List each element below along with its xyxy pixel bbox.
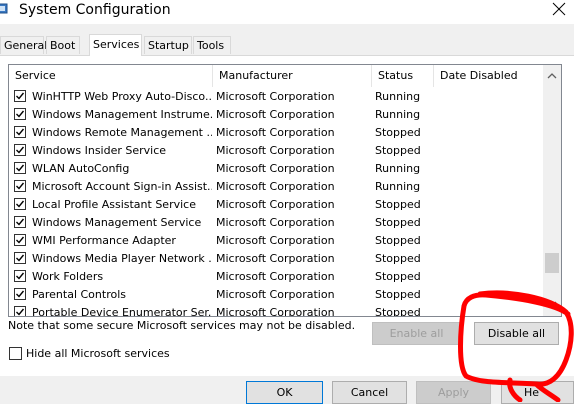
service-manufacturer: Microsoft Corporation [216, 288, 335, 301]
service-name: WinHTTP Web Proxy Auto-Disco... [32, 90, 212, 103]
service-name: Windows Remote Management ... [32, 126, 212, 139]
service-checkbox[interactable] [14, 234, 26, 246]
column-header-status[interactable]: Status [372, 65, 434, 87]
service-row[interactable]: Work Folders Microsoft Corporation Stopped [9, 268, 541, 286]
service-manufacturer: Microsoft Corporation [216, 234, 335, 247]
hide-microsoft-services-checkbox[interactable] [9, 347, 22, 360]
cancel-button[interactable]: Cancel [332, 381, 407, 404]
service-name: Portable Device Enumerator Ser... [32, 306, 212, 317]
service-checkbox[interactable] [14, 306, 26, 316]
service-name: Windows Management Service [32, 216, 202, 229]
service-checkbox[interactable] [14, 144, 26, 156]
list-rows: WinHTTP Web Proxy Auto-Disco... Microsoft… [9, 88, 541, 317]
chevron-up-icon[interactable] [547, 71, 557, 81]
service-checkbox[interactable] [14, 270, 26, 282]
service-row[interactable]: WLAN AutoConfig Microsoft Corporation Runn… [9, 160, 541, 178]
secure-services-note: Note that some secure Microsoft services… [8, 319, 356, 332]
system-config-icon [0, 2, 8, 16]
ok-button[interactable]: OK [246, 381, 323, 404]
service-name: Local Profile Assistant Service [32, 198, 196, 211]
apply-button[interactable]: Apply [416, 381, 491, 404]
service-name: WLAN AutoConfig [32, 162, 130, 175]
service-row[interactable]: Windows Management Instrume... Microsoft … [9, 106, 541, 124]
service-checkbox[interactable] [14, 126, 26, 138]
service-manufacturer: Microsoft Corporation [216, 180, 335, 193]
service-manufacturer: Microsoft Corporation [216, 162, 335, 175]
service-manufacturer: Microsoft Corporation [216, 306, 335, 317]
service-row[interactable]: WinHTTP Web Proxy Auto-Disco... Microsoft… [9, 88, 541, 106]
enable-all-button[interactable]: Enable all [372, 322, 461, 345]
service-row[interactable]: Windows Insider Service Microsoft Corpora… [9, 142, 541, 160]
service-status: Stopped [375, 252, 421, 265]
service-manufacturer: Microsoft Corporation [216, 126, 335, 139]
services-list[interactable]: Service Manufacturer Status Date Disable… [8, 64, 562, 317]
service-name: WMI Performance Adapter [32, 234, 176, 247]
service-status: Running [375, 162, 421, 175]
service-manufacturer: Microsoft Corporation [216, 270, 335, 283]
service-manufacturer: Microsoft Corporation [216, 144, 335, 157]
service-checkbox[interactable] [14, 108, 26, 120]
tab-tools[interactable]: Tools [193, 36, 231, 54]
service-status: Stopped [375, 216, 421, 229]
service-manufacturer: Microsoft Corporation [216, 108, 335, 121]
close-icon [552, 2, 566, 16]
service-status: Running [375, 180, 421, 193]
column-header-date-disabled[interactable]: Date Disabled [434, 65, 541, 87]
service-name: Windows Management Instrume... [32, 108, 212, 121]
service-status: Running [375, 108, 421, 121]
tab-boot[interactable]: Boot [46, 36, 80, 54]
service-row[interactable]: Parental Controls Microsoft Corporation St… [9, 286, 541, 304]
tab-general[interactable]: General [0, 36, 47, 54]
list-header: Service Manufacturer Status Date Disable… [9, 65, 541, 87]
service-manufacturer: Microsoft Corporation [216, 216, 335, 229]
service-name: Parental Controls [32, 288, 126, 301]
service-row[interactable]: Local Profile Assistant Service Microsoft… [9, 196, 541, 214]
service-status: Stopped [375, 198, 421, 211]
service-row[interactable]: Microsoft Account Sign-in Assist... Micro… [9, 178, 541, 196]
service-row[interactable]: WMI Performance Adapter Microsoft Corpora… [9, 232, 541, 250]
disable-all-button[interactable]: Disable all [474, 322, 559, 345]
service-checkbox[interactable] [14, 180, 26, 192]
window-title: System Configuration [19, 2, 171, 18]
service-status: Stopped [375, 306, 421, 317]
column-header-service[interactable]: Service [9, 65, 213, 87]
service-manufacturer: Microsoft Corporation [216, 252, 335, 265]
tab-startup[interactable]: Startup [144, 36, 192, 54]
service-row[interactable]: Windows Remote Management ... Microsoft C… [9, 124, 541, 142]
hide-microsoft-services-label: Hide all Microsoft services [26, 347, 170, 360]
service-status: Running [375, 90, 421, 103]
service-manufacturer: Microsoft Corporation [216, 198, 335, 211]
service-checkbox[interactable] [14, 252, 26, 264]
scrollbar-thumb[interactable] [545, 253, 559, 273]
service-row[interactable]: Windows Media Player Network ... Microsof… [9, 250, 541, 268]
tab-strip: General Boot Services Startup Tools [0, 34, 574, 56]
tab-services[interactable]: Services [89, 34, 142, 56]
service-row[interactable]: Portable Device Enumerator Ser... Microso… [9, 304, 541, 317]
service-status: Stopped [375, 144, 421, 157]
service-name: Windows Media Player Network ... [32, 252, 212, 265]
service-name: Work Folders [32, 270, 104, 283]
service-manufacturer: Microsoft Corporation [216, 90, 335, 103]
service-row[interactable]: Windows Management Service Microsoft Corp… [9, 214, 541, 232]
service-status: Stopped [375, 126, 421, 139]
service-checkbox[interactable] [14, 288, 26, 300]
service-checkbox[interactable] [14, 162, 26, 174]
service-name: Microsoft Account Sign-in Assist... [32, 180, 212, 193]
service-status: Stopped [375, 270, 421, 283]
service-checkbox[interactable] [14, 216, 26, 228]
vertical-scrollbar[interactable] [543, 65, 561, 316]
service-checkbox[interactable] [14, 198, 26, 210]
service-status: Stopped [375, 288, 421, 301]
service-status: Stopped [375, 234, 421, 247]
title-bar: System Configuration [0, 0, 574, 24]
service-checkbox[interactable] [14, 90, 26, 102]
service-name: Windows Insider Service [32, 144, 167, 157]
help-button[interactable]: He [501, 381, 574, 404]
column-header-manufacturer[interactable]: Manufacturer [213, 65, 372, 87]
chevron-down-icon[interactable] [547, 299, 557, 309]
close-button[interactable] [540, 0, 574, 22]
